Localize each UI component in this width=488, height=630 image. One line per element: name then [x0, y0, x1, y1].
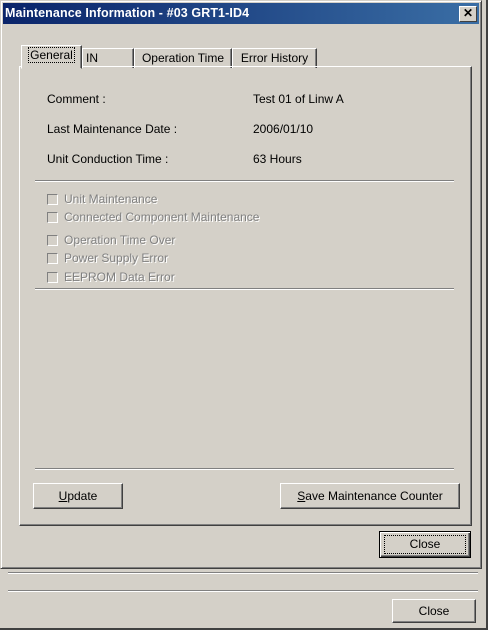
window-close-label: Close [418, 604, 450, 618]
last-maintenance-date-label: Last Maintenance Date : [47, 122, 178, 136]
checkbox-label: EEPROM Data Error [64, 270, 175, 284]
unit-conduction-time-value: 63 Hours [253, 152, 302, 166]
tab-in[interactable]: IN [82, 48, 134, 68]
divider [35, 288, 454, 290]
dialog-title: Maintenance Information - #03 GRT1-ID4 [5, 6, 250, 20]
tab-operation-time[interactable]: Operation Time [134, 48, 232, 68]
save-counter-label: ave Maintenance Counter [305, 489, 443, 503]
divider [35, 180, 454, 182]
divider [35, 468, 454, 470]
checkbox-box [47, 272, 58, 283]
checkbox-label: Operation Time Over [64, 233, 176, 247]
checkbox-label: Power Supply Error [64, 251, 169, 265]
window-close-button[interactable]: Close [392, 599, 476, 623]
last-maintenance-date-value: 2006/01/10 [253, 122, 314, 136]
tab-label: IN [86, 51, 98, 65]
tab-label: Operation Time [141, 51, 225, 65]
tab-label: General [28, 47, 75, 63]
comment-label: Comment : [47, 92, 106, 106]
checkbox-label: Unit Maintenance [64, 192, 158, 206]
checkbox-box [47, 212, 58, 223]
checkbox-box [47, 253, 58, 264]
tab-label: Error History [240, 51, 309, 65]
close-icon[interactable]: ✕ [459, 6, 477, 22]
checkbox-box [47, 235, 58, 246]
save-maintenance-counter-button[interactable]: Save Maintenance Counter [280, 483, 460, 509]
focus-rect [384, 535, 466, 554]
tab-error-history[interactable]: Error History [232, 48, 317, 68]
title-bar[interactable]: Maintenance Information - #03 GRT1-ID4 ✕ [3, 3, 479, 24]
update-mnemonic: U [58, 489, 68, 503]
checkbox-box [47, 194, 58, 205]
update-label: pdate [67, 489, 98, 503]
background-separator [8, 590, 478, 592]
comment-value: Test 01 of Linw A [253, 92, 344, 106]
background-separator [8, 572, 478, 574]
dialog-close-button[interactable]: Close [379, 531, 471, 558]
unit-conduction-time-label: Unit Conduction Time : [47, 152, 169, 166]
tab-general[interactable]: General [21, 45, 82, 69]
checkbox-label: Connected Component Maintenance [64, 210, 260, 224]
update-button[interactable]: Update [33, 483, 123, 509]
